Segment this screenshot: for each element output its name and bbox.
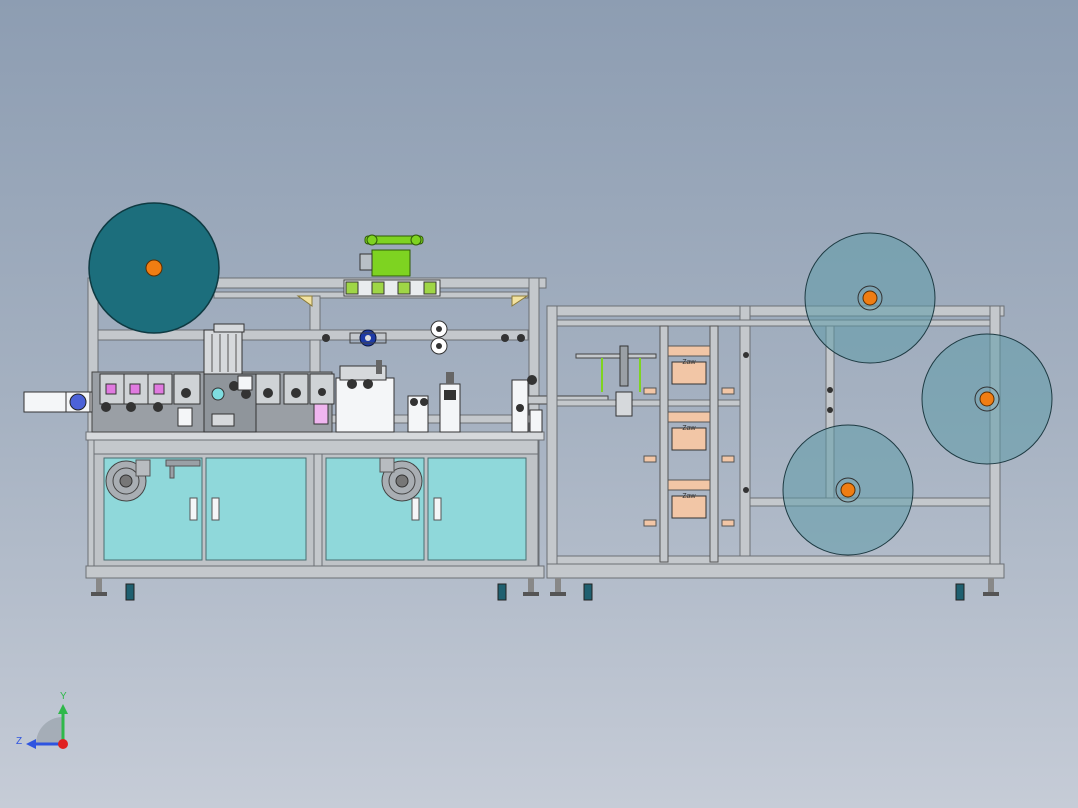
cabinet-door-4 bbox=[427, 457, 527, 561]
side-feeder bbox=[23, 391, 93, 413]
table-skirt bbox=[93, 439, 539, 455]
coordinate-triad-icon: Y Z bbox=[16, 691, 68, 749]
translucent-roll-top bbox=[804, 232, 936, 364]
right-module bbox=[546, 305, 1005, 579]
base-beam bbox=[85, 565, 545, 579]
machine-model[interactable]: Zaw Zaw Zaw Y Z bbox=[0, 0, 1078, 808]
triad-z-label: Z bbox=[16, 736, 22, 747]
stack-tag-3: Zaw bbox=[682, 493, 696, 500]
translucent-roll-bottom bbox=[782, 424, 914, 556]
stack-tag-1: Zaw bbox=[682, 359, 696, 366]
triad-y-label: Y bbox=[60, 691, 67, 702]
table-top bbox=[85, 431, 545, 441]
cad-viewport[interactable]: Zaw Zaw Zaw Y Z bbox=[0, 0, 1078, 808]
translucent-roll-right bbox=[921, 333, 1053, 465]
teal-material-roll bbox=[88, 202, 220, 334]
leveling-feet bbox=[91, 578, 999, 601]
stack-tag-2: Zaw bbox=[682, 425, 696, 432]
stacking-column: Zaw Zaw Zaw bbox=[643, 325, 735, 563]
green-motor-assembly bbox=[343, 234, 441, 297]
cabinet-door-2 bbox=[205, 457, 307, 561]
